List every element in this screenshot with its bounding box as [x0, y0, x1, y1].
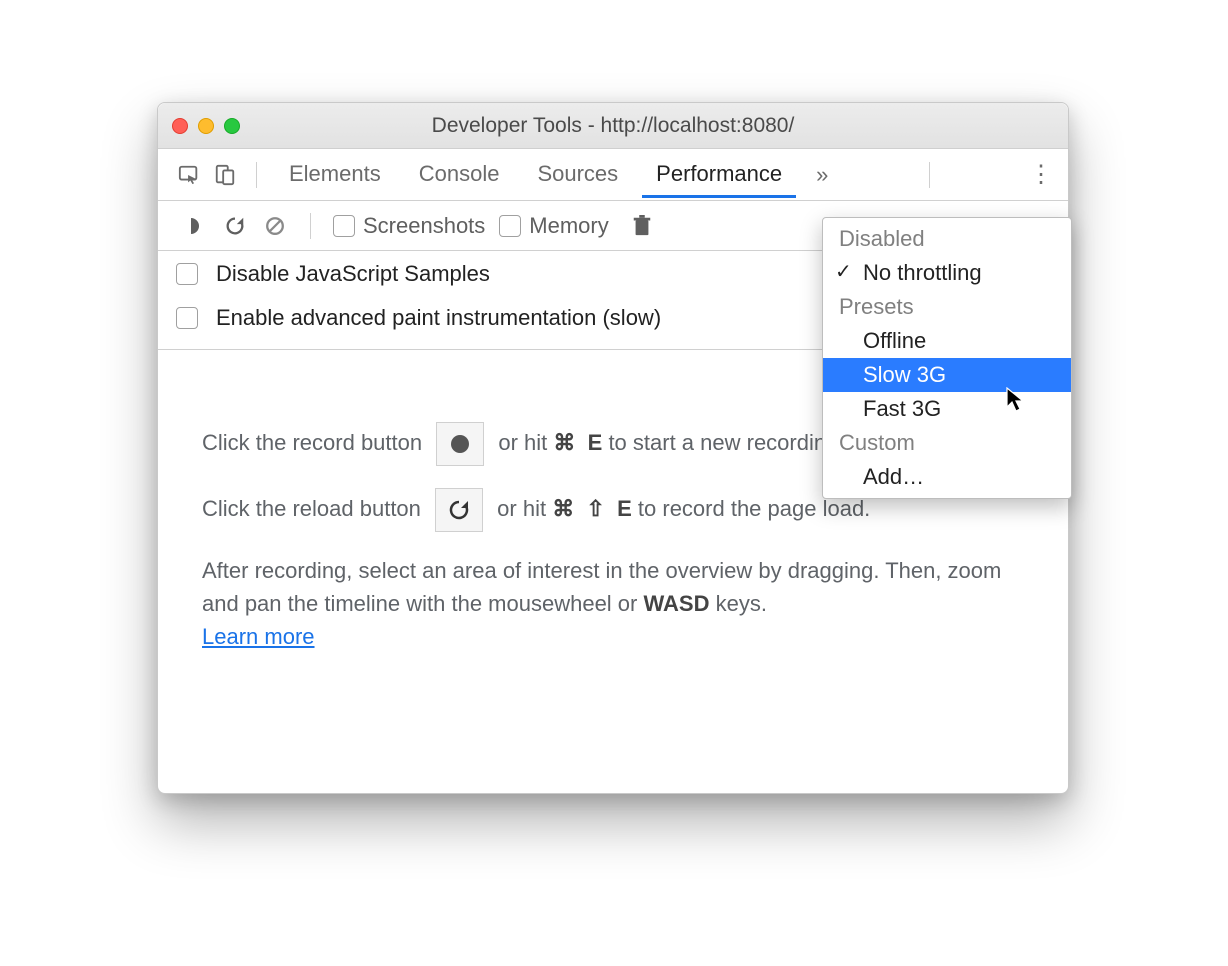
record-button[interactable] — [436, 422, 484, 466]
shortcut-key: E — [588, 430, 603, 455]
record-icon[interactable] — [182, 213, 208, 239]
window-controls — [172, 118, 240, 134]
dropdown-item-fast-3g[interactable]: Fast 3G — [823, 392, 1071, 426]
shortcut-key: E — [617, 496, 632, 521]
text: Click the reload button — [202, 496, 427, 521]
text: Click the record button — [202, 430, 428, 455]
learn-more-link[interactable]: Learn more — [202, 624, 315, 649]
zoom-button[interactable] — [224, 118, 240, 134]
separator — [256, 162, 257, 188]
dropdown-item-offline[interactable]: Offline — [823, 324, 1071, 358]
enable-paint-label: Enable advanced paint instrumentation (s… — [216, 305, 661, 331]
inspect-icon[interactable] — [176, 162, 202, 188]
tab-elements[interactable]: Elements — [275, 151, 395, 198]
close-button[interactable] — [172, 118, 188, 134]
dropdown-section-header: Disabled — [823, 222, 1071, 256]
dropdown-item-slow-3g[interactable]: Slow 3G — [823, 358, 1071, 392]
text: to start a new recording. — [608, 430, 844, 455]
more-menu-icon[interactable]: ⋮ — [1029, 160, 1054, 189]
toggle-device-icon[interactable] — [212, 162, 238, 188]
titlebar: Developer Tools - http://localhost:8080/ — [158, 103, 1068, 149]
checkbox-icon[interactable] — [333, 215, 355, 237]
checkbox-icon[interactable] — [176, 307, 198, 329]
dropdown-section-header: Presets — [823, 290, 1071, 324]
checkbox-icon[interactable] — [176, 263, 198, 285]
tab-performance[interactable]: Performance — [642, 151, 796, 198]
text: After recording, select an area of inter… — [202, 558, 1001, 616]
text: to record the page load. — [638, 496, 870, 521]
memory-toggle[interactable]: Memory — [499, 213, 608, 239]
screenshots-toggle[interactable]: Screenshots — [333, 213, 485, 239]
main-tabbar: Elements Console Sources Performance » ⋮ — [158, 149, 1068, 201]
text: or hit — [497, 496, 552, 521]
window-title: Developer Tools - http://localhost:8080/ — [158, 114, 1068, 138]
shortcut-key: ⇧ — [586, 496, 604, 521]
separator — [929, 162, 930, 188]
reload-button[interactable] — [435, 488, 483, 532]
trash-icon[interactable] — [629, 213, 655, 239]
memory-label: Memory — [529, 213, 608, 239]
network-throttling-dropdown[interactable]: Disabled No throttling Presets Offline S… — [822, 217, 1072, 499]
checkbox-icon[interactable] — [499, 215, 521, 237]
disable-js-samples-label: Disable JavaScript Samples — [216, 261, 490, 287]
wasd-text: WASD — [643, 591, 709, 616]
dropdown-item-add[interactable]: Add… — [823, 460, 1071, 494]
reload-icon[interactable] — [222, 213, 248, 239]
tab-sources[interactable]: Sources — [523, 151, 632, 198]
shortcut-key: ⌘ — [552, 496, 574, 521]
record-dot-icon — [451, 435, 469, 453]
tabs-overflow[interactable]: » — [806, 162, 838, 188]
separator — [310, 213, 311, 239]
minimize-button[interactable] — [198, 118, 214, 134]
shortcut-key: ⌘ — [553, 430, 575, 455]
dropdown-item-no-throttling[interactable]: No throttling — [823, 256, 1071, 290]
dropdown-section-header: Custom — [823, 426, 1071, 460]
screenshots-label: Screenshots — [363, 213, 485, 239]
hint-after: After recording, select an area of inter… — [202, 554, 1024, 653]
block-icon[interactable] — [262, 213, 288, 239]
text: or hit — [498, 430, 553, 455]
text: keys. — [709, 591, 766, 616]
tab-console[interactable]: Console — [405, 151, 514, 198]
